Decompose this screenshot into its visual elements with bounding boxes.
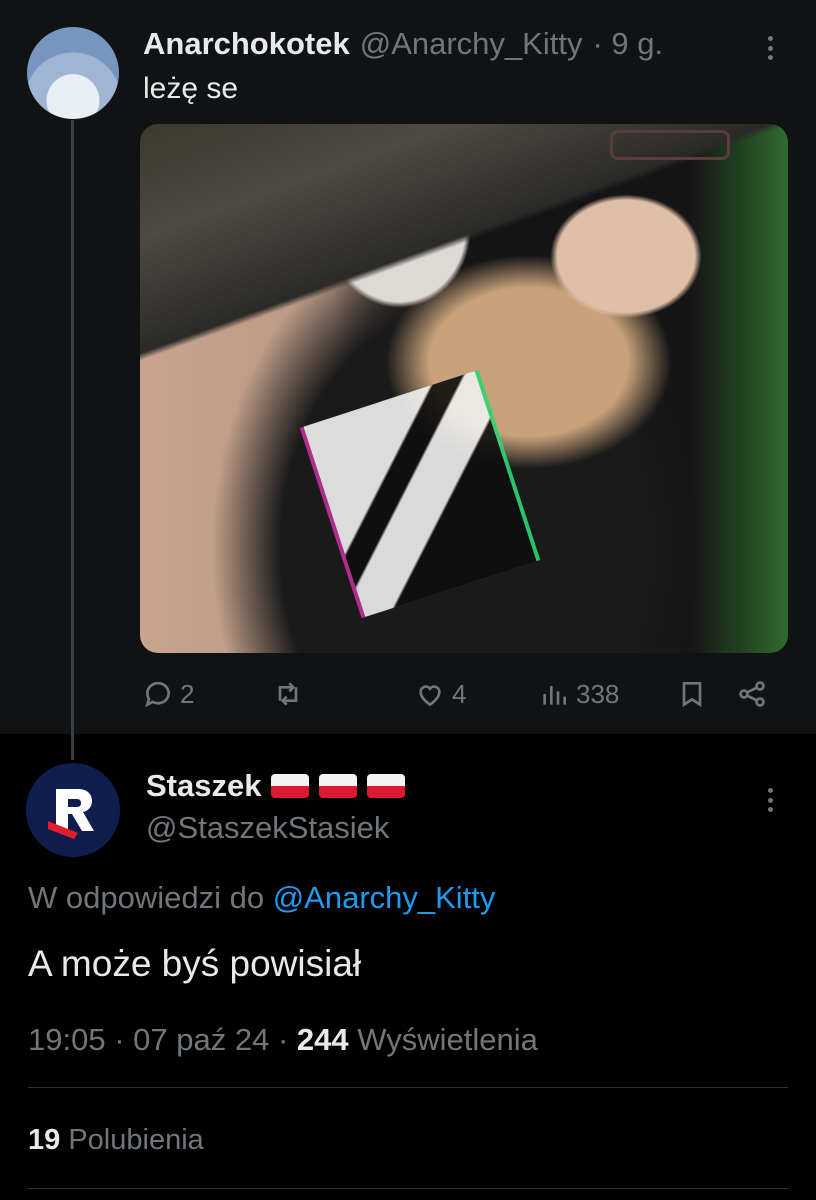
tweet-header: Anarchokotek @Anarchy_Kitty · 9 g. bbox=[143, 26, 663, 66]
views-label: Wyświetlenia bbox=[357, 1022, 538, 1057]
reply-count: 2 bbox=[180, 678, 195, 709]
timestamp[interactable]: 19:05 bbox=[28, 1022, 106, 1057]
reply-prefix: W odpowiedzi do bbox=[28, 880, 265, 915]
display-name[interactable]: Staszek bbox=[146, 768, 261, 804]
likes-summary[interactable]: 19 Polubienia bbox=[28, 1124, 204, 1157]
display-name[interactable]: Anarchokotek bbox=[143, 26, 350, 62]
avatar[interactable] bbox=[27, 27, 119, 119]
date[interactable]: 07 paź 24 bbox=[133, 1022, 269, 1057]
thread-line bbox=[71, 120, 74, 760]
timestamp[interactable]: · 9 g. bbox=[592, 26, 663, 62]
mention-link[interactable]: @Anarchy_Kitty bbox=[273, 880, 496, 915]
tweet-meta: 19:05 · 07 paź 24 · 244 Wyświetlenia bbox=[28, 1022, 538, 1057]
share-icon bbox=[739, 681, 765, 707]
views-button[interactable]: 338 bbox=[538, 672, 619, 716]
more-vertical-icon[interactable] bbox=[760, 782, 780, 818]
repost-button[interactable] bbox=[272, 672, 310, 716]
parent-tweet[interactable]: Anarchokotek @Anarchy_Kitty · 9 g. leżę … bbox=[0, 0, 816, 760]
views-count: 244 bbox=[296, 1022, 349, 1057]
repost-icon bbox=[278, 682, 298, 706]
time-text: 9 g. bbox=[611, 26, 664, 61]
bar-chart-icon bbox=[543, 686, 566, 705]
separator: · bbox=[592, 26, 603, 61]
divider bbox=[28, 1087, 788, 1088]
photo-detail bbox=[303, 371, 537, 617]
tweet-text: leżę se bbox=[143, 72, 239, 105]
more-vertical-icon[interactable] bbox=[760, 30, 780, 66]
like-button[interactable]: 4 bbox=[414, 672, 466, 716]
avatar[interactable] bbox=[26, 763, 120, 857]
photo-detail bbox=[610, 130, 730, 160]
bookmark-button[interactable] bbox=[676, 672, 708, 716]
heart-icon bbox=[419, 685, 441, 707]
poland-flag-icon bbox=[319, 774, 358, 798]
user-handle[interactable]: @Anarchy_Kitty bbox=[360, 26, 583, 62]
screenshot: Anarchokotek @Anarchy_Kitty · 9 g. leżę … bbox=[0, 0, 816, 1200]
likes-label: Polubienia bbox=[68, 1124, 204, 1156]
tweet-header: Staszek bbox=[146, 768, 406, 804]
poland-flag-icon bbox=[271, 774, 310, 798]
tweet-actions: 2 4 338 bbox=[140, 672, 788, 716]
comment-icon bbox=[145, 681, 170, 708]
share-button[interactable] bbox=[736, 672, 768, 716]
poland-flag-icon bbox=[367, 774, 406, 798]
reply-button[interactable]: 2 bbox=[142, 672, 194, 716]
tweet-text: A może byś powisiał bbox=[28, 943, 362, 984]
tweet-photo[interactable] bbox=[140, 124, 788, 653]
bookmark-icon bbox=[682, 682, 702, 708]
likes-count: 19 bbox=[28, 1124, 61, 1156]
user-handle[interactable]: @StaszekStasiek bbox=[146, 810, 389, 846]
logo-icon bbox=[26, 763, 120, 857]
divider bbox=[28, 1188, 788, 1189]
views-count: 338 bbox=[576, 678, 620, 709]
reply-context: W odpowiedzi do @Anarchy_Kitty bbox=[28, 880, 495, 916]
like-count: 4 bbox=[452, 678, 467, 709]
